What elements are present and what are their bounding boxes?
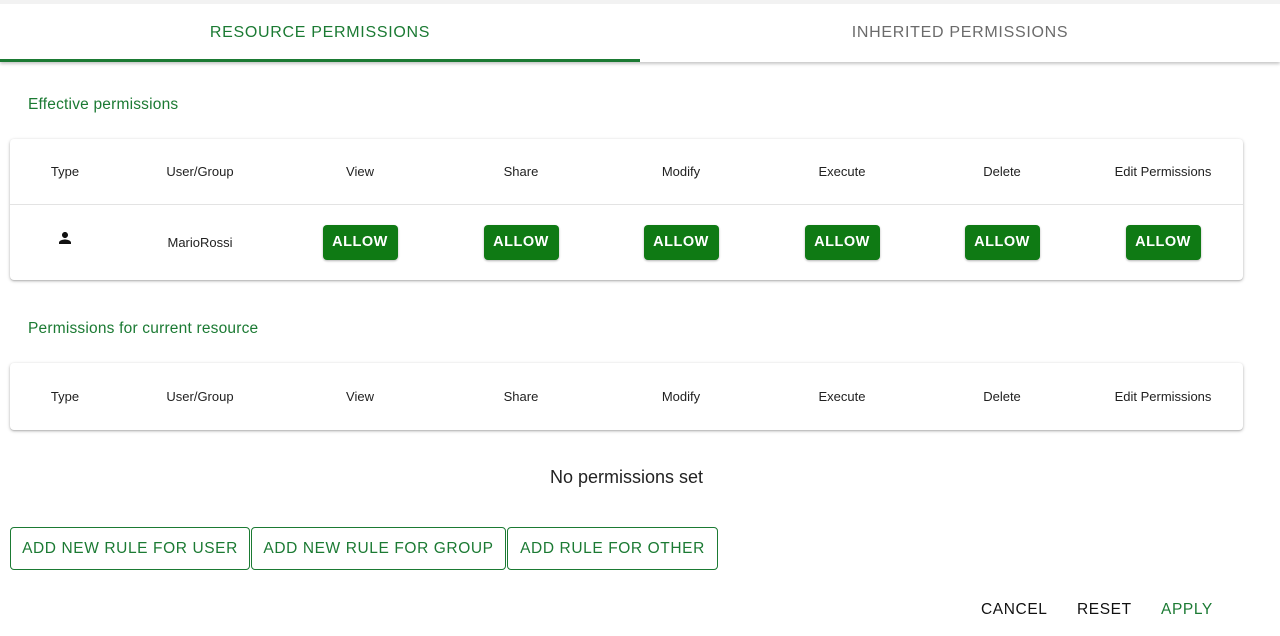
add-rule-user-button[interactable]: ADD NEW RULE FOR USER — [10, 527, 250, 570]
modify-cell: ALLOW — [621, 206, 741, 278]
modify-allow-button[interactable]: ALLOW — [643, 224, 719, 260]
column-header-user-group: User/Group — [166, 164, 234, 179]
reset-button[interactable]: RESET — [1077, 598, 1132, 622]
table-header-row: Type User/Group View Share Modify Execut… — [10, 139, 1243, 205]
current-permissions-table: Type User/Group View Share Modify Execut… — [10, 363, 1243, 430]
execute-allow-button[interactable]: ALLOW — [804, 224, 880, 260]
tab-inherited-permissions[interactable]: INHERITED PERMISSIONS — [640, 4, 1280, 62]
edit-permissions-allow-button[interactable]: ALLOW — [1125, 224, 1201, 260]
column-header-modify: Modify — [661, 164, 701, 179]
column-header-type: Type — [50, 388, 80, 404]
table-row: MarioRossi ALLOW ALLOW ALLOW ALLOW ALLOW… — [10, 206, 1243, 278]
user-type-cell — [20, 202, 110, 274]
view-allow-button[interactable]: ALLOW — [322, 224, 398, 260]
column-header-user-group: User/Group — [166, 388, 234, 404]
table-header-row: Type User/Group View Share Modify Execut… — [10, 363, 1243, 429]
user-name-cell: MarioRossi — [167, 234, 233, 250]
column-header-share: Share — [503, 164, 539, 179]
column-header-edit-permissions: Edit Permissions — [1114, 388, 1212, 404]
column-header-modify: Modify — [661, 388, 701, 404]
person-icon — [56, 229, 74, 247]
column-header-execute: Execute — [818, 388, 866, 404]
column-header-edit-permissions: Edit Permissions — [1114, 164, 1212, 179]
execute-cell: ALLOW — [782, 206, 902, 278]
column-header-delete: Delete — [983, 164, 1021, 179]
column-header-delete: Delete — [983, 388, 1021, 404]
delete-cell: ALLOW — [942, 206, 1062, 278]
tab-bar: RESOURCE PERMISSIONS INHERITED PERMISSIO… — [0, 0, 1280, 62]
add-rule-group-button[interactable]: ADD NEW RULE FOR GROUP — [251, 527, 506, 570]
share-allow-button[interactable]: ALLOW — [483, 224, 559, 260]
column-header-type: Type — [50, 164, 80, 179]
column-header-view: View — [346, 164, 374, 179]
view-cell: ALLOW — [300, 206, 420, 278]
edit-permissions-cell: ALLOW — [1103, 206, 1223, 278]
tab-resource-permissions[interactable]: RESOURCE PERMISSIONS — [0, 4, 640, 62]
add-rule-other-button[interactable]: ADD RULE FOR OTHER — [507, 527, 718, 570]
delete-allow-button[interactable]: ALLOW — [964, 224, 1040, 260]
column-header-execute: Execute — [818, 164, 866, 179]
effective-permissions-table: Type User/Group View Share Modify Execut… — [10, 139, 1243, 280]
apply-button[interactable]: APPLY — [1161, 598, 1213, 622]
effective-permissions-title: Effective permissions — [28, 96, 179, 113]
current-permissions-title: Permissions for current resource — [28, 320, 259, 337]
empty-permissions-message: No permissions set — [549, 467, 704, 487]
column-header-view: View — [346, 388, 374, 404]
cancel-button[interactable]: CANCEL — [981, 598, 1047, 622]
share-cell: ALLOW — [461, 206, 581, 278]
active-tab-indicator — [0, 59, 640, 62]
column-header-share: Share — [503, 388, 539, 404]
